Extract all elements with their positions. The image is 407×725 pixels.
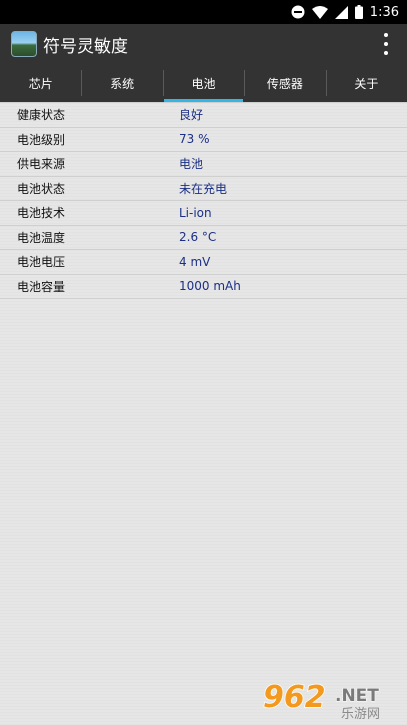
watermark-suffix: .NET bbox=[335, 686, 379, 706]
tab-label: 芯片 bbox=[28, 76, 53, 91]
tab-label: 系统 bbox=[110, 76, 135, 91]
row-value: 1000 mAh bbox=[179, 279, 241, 294]
row-label: 电池电压 bbox=[17, 255, 66, 270]
app-icon bbox=[11, 31, 37, 57]
tab-about[interactable]: 关于 bbox=[325, 64, 407, 102]
row-value: 良好 bbox=[179, 108, 204, 123]
table-row: 电池容量 1000 mAh bbox=[0, 274, 407, 299]
row-value: 2.6 °C bbox=[179, 230, 217, 245]
watermark-sub: 乐游网 bbox=[341, 707, 380, 721]
app-title: 符号灵敏度 bbox=[43, 36, 128, 57]
tab-label: 传感器 bbox=[266, 76, 303, 91]
do-not-disturb-icon bbox=[291, 5, 305, 19]
table-row: 电池温度 2.6 °C bbox=[0, 225, 407, 250]
row-label: 电池技术 bbox=[17, 206, 66, 221]
table-row: 供电来源 电池 bbox=[0, 152, 407, 176]
wifi-icon bbox=[311, 5, 328, 19]
tab-system[interactable]: 系统 bbox=[81, 64, 162, 102]
watermark-logo: 962 .NET 乐游网 bbox=[262, 679, 380, 721]
table-row: 电池状态 未在充电 bbox=[0, 176, 407, 201]
battery-info-table: 健康状态 良好 电池级别 73 % 供电来源 电池 电池状态 未在充电 电池技术… bbox=[0, 102, 407, 299]
table-row: 健康状态 良好 bbox=[0, 103, 407, 127]
table-row: 电池级别 73 % bbox=[0, 127, 407, 152]
tab-sensors[interactable]: 传感器 bbox=[244, 64, 325, 102]
row-value: 电池 bbox=[179, 157, 204, 172]
row-label: 电池容量 bbox=[17, 279, 66, 294]
signal-icon bbox=[334, 5, 348, 19]
tab-chip[interactable]: 芯片 bbox=[0, 64, 81, 102]
row-value: 4 mV bbox=[179, 254, 211, 269]
row-value: 73 % bbox=[179, 132, 210, 147]
row-label: 电池状态 bbox=[17, 181, 66, 196]
row-label: 健康状态 bbox=[17, 108, 66, 123]
clock-time: 1:36 bbox=[369, 4, 399, 20]
table-row: 电池电压 4 mV bbox=[0, 250, 407, 274]
battery-info-panel: 健康状态 良好 电池级别 73 % 供电来源 电池 电池状态 未在充电 电池技术… bbox=[0, 102, 407, 725]
app-bar: 符号灵敏度 bbox=[0, 24, 407, 64]
table-row: 电池技术 Li-ion bbox=[0, 201, 407, 225]
tab-bar: 芯片 系统 电池 传感器 关于 bbox=[0, 64, 407, 102]
tab-label: 电池 bbox=[191, 76, 216, 91]
row-value: 未在充电 bbox=[179, 181, 228, 196]
overflow-menu-icon[interactable] bbox=[383, 33, 389, 55]
tab-label: 关于 bbox=[354, 76, 379, 91]
row-label: 电池级别 bbox=[17, 132, 66, 147]
row-label: 供电来源 bbox=[17, 157, 66, 172]
status-bar: 1:36 bbox=[0, 0, 407, 24]
row-value: Li-ion bbox=[179, 205, 212, 220]
battery-icon bbox=[354, 5, 363, 19]
watermark-number: 962 bbox=[263, 680, 326, 715]
tab-battery[interactable]: 电池 bbox=[162, 64, 244, 102]
row-label: 电池温度 bbox=[17, 230, 66, 245]
